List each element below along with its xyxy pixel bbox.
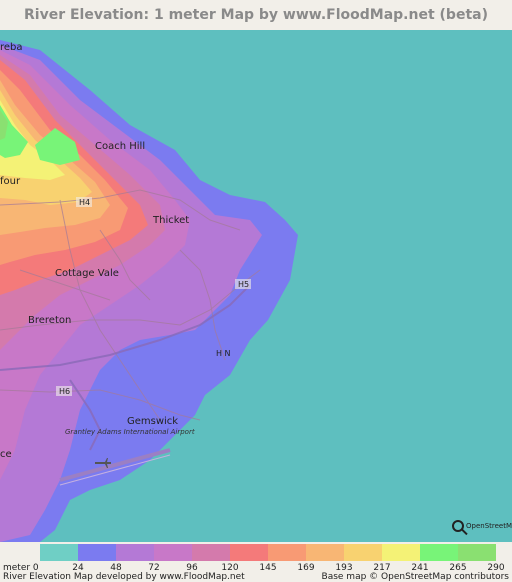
legend-swatch — [116, 544, 154, 561]
elevation-legend: meter 0 24 48 72 96 120 145 169 193 217 241 265 290 … — [0, 542, 512, 582]
magnifier-icon — [452, 520, 464, 532]
place-label-brereton: Brereton — [28, 315, 71, 326]
place-label-gemswick: Gemswick — [127, 416, 178, 427]
legend-swatch — [230, 544, 268, 561]
legend-swatch — [382, 544, 420, 561]
place-label-airport: Grantley Adams International Airport — [65, 428, 195, 436]
place-label-thicket: Thicket — [152, 215, 189, 226]
legend-swatch — [420, 544, 458, 561]
footer-attribution: Base map © OpenStreetMap contributors — [321, 572, 509, 582]
legend-swatch — [192, 544, 230, 561]
map-canvas: reba Coach Hill four Thicket Cottage Val… — [0, 30, 512, 542]
openstreetmap-logo: OpenStreetMap — [452, 520, 512, 532]
legend-swatch — [268, 544, 306, 561]
place-label-top-left: reba — [0, 42, 23, 53]
legend-tick-label: 145 — [259, 563, 277, 573]
road-shield-h6: H6 — [59, 387, 70, 396]
place-label-coach-hill: Coach Hill — [95, 141, 145, 152]
legend-swatch — [458, 544, 496, 561]
openstreetmap-logo-label: OpenStreetMap — [466, 522, 512, 530]
road-shield-h4: H4 — [79, 198, 90, 207]
place-label-left-mid: four — [0, 176, 21, 187]
road-shield-h5: H5 — [238, 280, 249, 289]
map-title: River Elevation: 1 meter Map by www.Floo… — [0, 0, 512, 30]
legend-tick-label: 169 — [297, 563, 315, 573]
road-shield-hn: H N — [216, 349, 231, 358]
footer-credit: River Elevation Map developed by www.Flo… — [3, 572, 245, 582]
elevation-map[interactable]: reba Coach Hill four Thicket Cottage Val… — [0, 30, 512, 542]
legend-swatch — [306, 544, 344, 561]
legend-swatch — [154, 544, 192, 561]
place-label-bottom-left: ce — [0, 449, 12, 460]
place-label-cottage-vale: Cottage Vale — [55, 268, 119, 279]
legend-swatch — [40, 544, 78, 561]
legend-swatch — [344, 544, 382, 561]
legend-swatch — [78, 544, 116, 561]
legend-swatches — [40, 544, 496, 561]
